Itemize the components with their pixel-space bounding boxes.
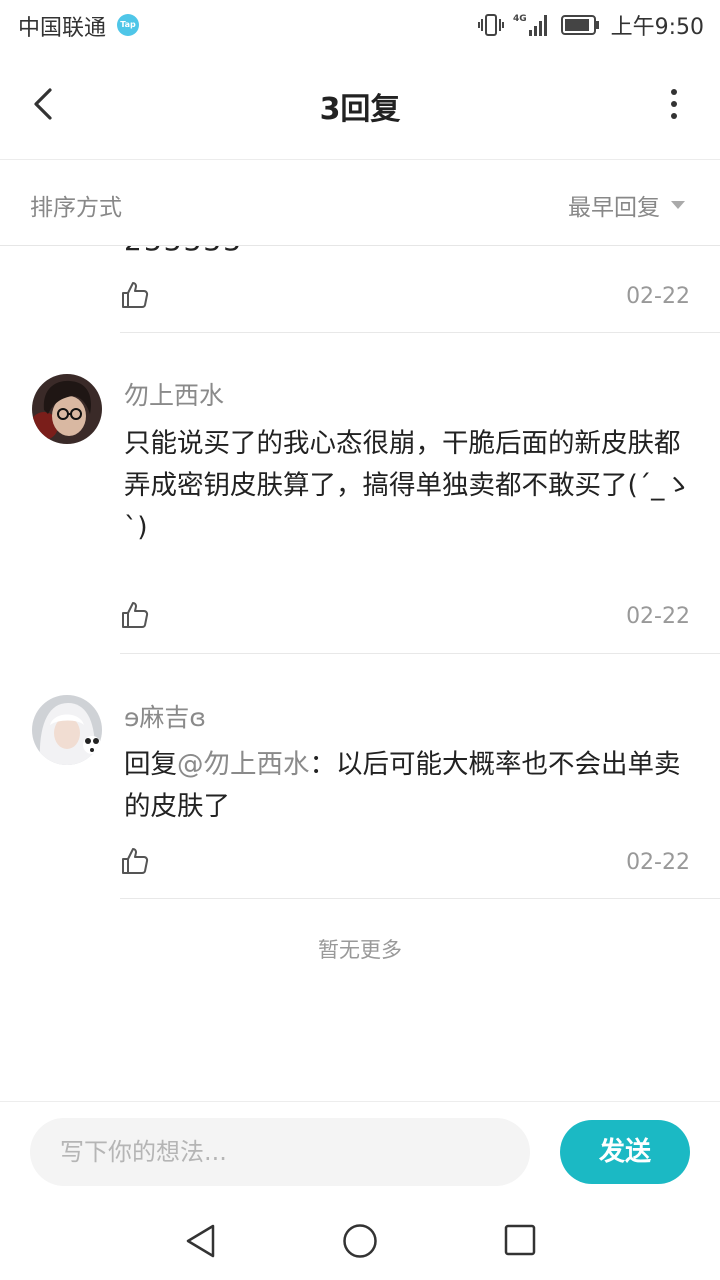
mention-link[interactable]: @勿上西水 xyxy=(177,749,310,780)
carrier-name: 中国联通 xyxy=(18,16,107,41)
send-button[interactable]: 发送 xyxy=(560,1120,690,1184)
nav-bar: 3回复 xyxy=(0,52,720,160)
reply-list[interactable]: 233333 02-22 勿上西水 只能说买了的我心态很崩，干脆后面的新皮肤都弄… xyxy=(0,246,720,1101)
sort-dropdown[interactable]: 最早回复 xyxy=(568,188,686,222)
list-end-text: 暂无更多 xyxy=(318,938,402,962)
username[interactable]: 勿上西水 xyxy=(124,376,224,412)
thumbs-up-icon[interactable] xyxy=(120,280,150,310)
system-back-icon[interactable] xyxy=(184,1223,218,1259)
signal-4g-icon: 4G xyxy=(513,14,547,36)
user-avatar[interactable] xyxy=(32,374,102,444)
sort-label: 排序方式 xyxy=(30,195,122,221)
sort-value: 最早回复 xyxy=(568,195,660,221)
reply-actions: 02-22 xyxy=(120,280,690,320)
tap-badge-icon: Tap xyxy=(117,14,139,36)
thumbs-up-icon[interactable] xyxy=(120,846,150,876)
username[interactable]: ɘ麻吉ɞ xyxy=(124,698,206,734)
reply-date: 02-22 xyxy=(626,604,690,629)
status-icons: 4G 上午9:50 xyxy=(477,10,704,40)
system-recent-apps-icon[interactable] xyxy=(504,1223,536,1257)
caret-down-icon xyxy=(671,201,685,209)
reply-prefix: 回复 xyxy=(124,749,177,780)
reply-text: 只能说买了的我心态很崩，干脆后面的新皮肤都弄成密钥皮肤算了，搞得单独卖都不敢买了… xyxy=(124,428,691,543)
reply-actions: 02-22 xyxy=(120,600,690,640)
thumbs-up-icon[interactable] xyxy=(120,600,150,630)
reply-text: 回复@勿上西水：以后可能大概率也不会出单卖的皮肤了 xyxy=(124,744,694,828)
reply-date: 02-22 xyxy=(626,284,690,309)
page-title: 3回复 xyxy=(319,92,401,127)
status-bar: 中国联通 Tap 4G 上午9:50 xyxy=(0,0,720,52)
user-avatar[interactable] xyxy=(32,695,102,765)
status-time: 上午9:50 xyxy=(610,15,704,40)
comment-input[interactable] xyxy=(30,1118,530,1186)
reply-date: 02-22 xyxy=(626,850,690,875)
divider xyxy=(120,653,720,654)
sort-bar: 排序方式 最早回复 xyxy=(0,160,720,246)
system-navigation-bar xyxy=(0,1201,720,1280)
reply-actions: 02-22 xyxy=(120,846,690,886)
vibrate-icon xyxy=(477,14,504,36)
comment-input-bar: 发送 xyxy=(0,1101,720,1201)
svg-text:4G: 4G xyxy=(513,14,527,24)
battery-icon xyxy=(560,15,599,35)
system-home-icon[interactable] xyxy=(342,1223,378,1259)
more-options-icon[interactable] xyxy=(668,88,680,120)
reply-text: 233333 xyxy=(124,246,243,257)
divider xyxy=(120,332,720,333)
divider xyxy=(120,898,720,899)
